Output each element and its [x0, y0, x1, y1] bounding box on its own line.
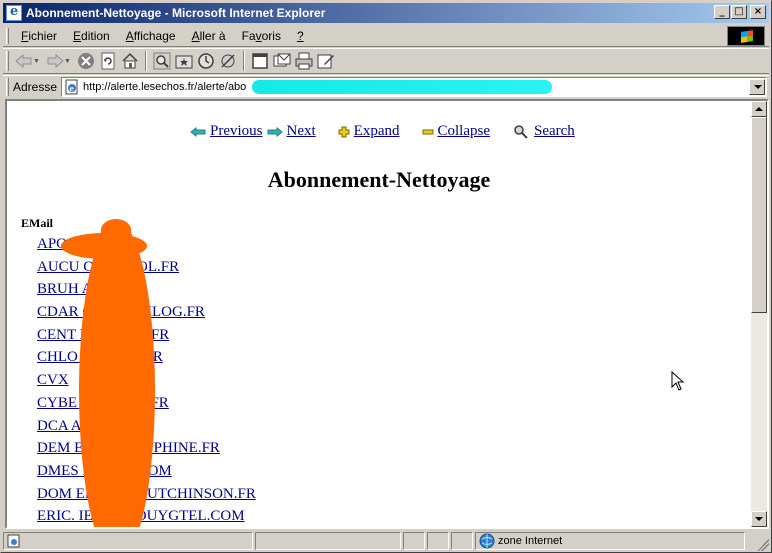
menu-accel: ? — [296, 28, 304, 43]
menu-label: dition — [81, 28, 110, 43]
status-cell — [403, 532, 425, 550]
search-icon[interactable] — [151, 50, 173, 72]
address-label: Adresse — [13, 79, 58, 94]
stop-icon[interactable] — [75, 50, 97, 72]
menu-bar: Fichier Edition Affichage Aller à Favori… — [3, 25, 769, 47]
nav-expand: Expand — [338, 123, 400, 140]
page-viewport: Previous Next Expand Collapse Search Abo… — [5, 99, 769, 529]
menu-edition[interactable]: Edition — [65, 29, 118, 43]
url-redaction — [252, 79, 553, 94]
email-link[interactable]: CVX — [37, 372, 69, 388]
ie-icon — [6, 4, 22, 21]
list-item: ERIC. IERE@BOUYGTEL.COM — [37, 506, 256, 527]
mail-icon[interactable] — [271, 50, 293, 72]
close-button[interactable]: × — [750, 5, 766, 19]
email-column-header: EMail — [21, 216, 53, 230]
nav-search: Search — [512, 123, 575, 140]
page-title: Abonnement-Nettoyage — [267, 167, 491, 192]
nav-next: Next — [267, 123, 316, 140]
email-redaction-dome — [101, 219, 131, 241]
status-page-icon — [7, 534, 20, 548]
standard-toolbar: ▼ ▼ — [3, 48, 769, 74]
edit-icon[interactable] — [315, 50, 337, 72]
home-icon[interactable] — [119, 50, 141, 72]
toolbar-separator — [242, 51, 245, 71]
menu-accel: E — [73, 28, 82, 43]
zone-label: zone Internet — [498, 535, 563, 547]
list-item: AUCU ORT@AOL.FR — [37, 257, 256, 280]
fullscreen-icon[interactable] — [249, 50, 271, 72]
menu-label: Fa — [241, 28, 256, 43]
windows-logo-icon — [727, 26, 765, 46]
window-controls: _ □ × — [713, 5, 766, 19]
favorites-icon[interactable] — [173, 50, 195, 72]
forward-dropdown-icon[interactable]: ▼ — [64, 58, 71, 65]
nav-previous: Previous — [190, 123, 263, 140]
scroll-thumb[interactable] — [751, 117, 767, 313]
resize-grip[interactable] — [757, 539, 769, 551]
previous-link[interactable]: Previous — [210, 123, 263, 140]
collapse-minus-icon — [422, 129, 433, 134]
nav-collapse: Collapse — [422, 123, 491, 140]
menu-label: ffichage — [133, 28, 176, 43]
vertical-scrollbar[interactable] — [751, 101, 767, 527]
addressbar-grip[interactable] — [6, 77, 9, 96]
mouse-cursor-icon — [671, 371, 685, 391]
next-arrow-icon — [267, 126, 283, 137]
history-icon[interactable] — [195, 50, 217, 72]
window-title: Abonnement-Nettoyage - Microsoft Interne… — [26, 6, 326, 20]
menu-accel: A — [125, 28, 134, 43]
refresh-icon[interactable] — [97, 50, 119, 72]
status-main — [3, 532, 253, 550]
status-progress — [255, 532, 401, 550]
forward-icon[interactable] — [44, 50, 66, 72]
back-icon[interactable] — [13, 50, 35, 72]
address-input[interactable]: e http://alerte.lesechos.fr/alerte/abo — [61, 76, 767, 97]
page-content: Previous Next Expand Collapse Search Abo… — [7, 101, 751, 527]
print-icon[interactable] — [293, 50, 315, 72]
toolbar-grip[interactable] — [6, 51, 9, 71]
menu-help[interactable]: ? — [289, 29, 312, 43]
toolbar-separator — [144, 51, 147, 71]
expand-link[interactable]: Expand — [354, 123, 400, 140]
minimize-button[interactable]: _ — [714, 5, 730, 19]
menu-label: ichier — [28, 28, 58, 43]
svg-text:e: e — [70, 84, 75, 93]
search-link[interactable]: Search — [534, 123, 575, 140]
menubar-grip[interactable] — [6, 27, 9, 44]
menu-label: oris — [261, 28, 281, 43]
status-zone: zone Internet — [475, 532, 745, 550]
menu-accel: A — [191, 28, 200, 43]
address-url: http://alerte.lesechos.fr/alerte/abo — [83, 80, 247, 93]
scroll-down-button[interactable] — [751, 511, 767, 527]
menu-aller-a[interactable]: Aller à — [184, 29, 234, 43]
menu-favoris[interactable]: Favoris — [234, 29, 289, 43]
status-cell — [451, 532, 473, 550]
page-nav: Previous Next Expand Collapse Search — [190, 123, 579, 140]
previous-arrow-icon — [190, 126, 206, 137]
title-bar[interactable]: Abonnement-Nettoyage - Microsoft Interne… — [3, 3, 769, 23]
menu-fichier[interactable]: Fichier — [13, 29, 65, 43]
next-link[interactable]: Next — [287, 123, 316, 140]
maximize-button[interactable]: □ — [731, 5, 747, 19]
status-bar: zone Internet — [3, 531, 769, 551]
expand-plus-icon — [338, 126, 350, 137]
collapse-link[interactable]: Collapse — [438, 123, 491, 140]
back-dropdown-icon[interactable]: ▼ — [33, 58, 40, 65]
address-dropdown-button[interactable] — [749, 78, 765, 95]
browser-window: Abonnement-Nettoyage - Microsoft Interne… — [0, 0, 772, 553]
address-bar: Adresse e http://alerte.lesechos.fr/aler… — [3, 75, 769, 97]
scroll-up-button[interactable] — [751, 101, 767, 117]
menu-affichage[interactable]: Affichage — [118, 29, 184, 43]
internet-zone-icon — [479, 533, 495, 549]
menu-label: ller à — [199, 28, 226, 43]
page-icon: e — [64, 79, 80, 95]
status-cell — [427, 532, 449, 550]
search-magnifier-icon — [514, 124, 528, 139]
channels-icon[interactable] — [217, 50, 239, 72]
